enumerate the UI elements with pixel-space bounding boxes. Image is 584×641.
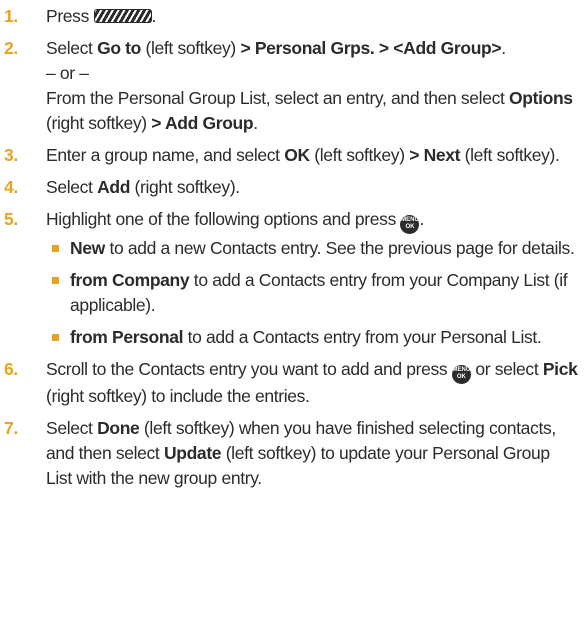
step-number: 5 — [4, 207, 38, 232]
menu-path: > Next — [409, 145, 461, 165]
step-text: Press — [46, 6, 94, 26]
list-item: from Personal to add a Contacts entry fr… — [46, 325, 578, 350]
step-2: 2 Select Go to (left softkey) > Personal… — [0, 36, 578, 136]
step-6: 6 Scroll to the Contacts entry you want … — [0, 357, 578, 409]
bullet-icon — [52, 245, 59, 252]
step-number: 6 — [4, 357, 38, 382]
menu-path: > Add Group — [151, 113, 254, 133]
softkey-label: Done — [97, 418, 140, 438]
step-4: 4 Select Add (right softkey). — [0, 175, 578, 200]
menu-ok-key-icon: MENU OK — [400, 215, 420, 234]
softkey-label: Update — [163, 443, 222, 463]
softkey-label: Go to — [97, 38, 141, 58]
step-number: 4 — [4, 175, 38, 200]
step-number: 7 — [4, 416, 38, 441]
menu-path: > Personal Grps. > <Add Group> — [240, 38, 502, 58]
option-list: New to add a new Contacts entry. See the… — [46, 236, 578, 350]
softkey-label: OK — [284, 145, 310, 165]
step-5: 5 Highlight one of the following options… — [0, 207, 578, 350]
step-3: 3 Enter a group name, and select OK (lef… — [0, 143, 578, 168]
step-number: 1 — [4, 4, 38, 29]
alternate-instruction: From the Personal Group List, select an … — [46, 88, 573, 133]
step-number: 3 — [4, 143, 38, 168]
softkey-label: Pick — [542, 359, 578, 379]
step-1: 1 Press . — [0, 4, 578, 29]
step-7: 7 Select Done (left softkey) when you ha… — [0, 416, 578, 491]
list-item: New to add a new Contacts entry. See the… — [46, 236, 578, 261]
softkey-label: Options — [509, 88, 573, 108]
list-item: from Company to add a Contacts entry fro… — [46, 268, 578, 318]
softkey-label: Add — [97, 177, 131, 197]
or-separator: – or – — [46, 63, 89, 83]
instruction-list: 1 Press . 2 Select Go to (left softkey) … — [0, 0, 584, 491]
step-number: 2 — [4, 36, 38, 61]
striped-key-icon — [93, 9, 152, 23]
step-text: Select — [46, 38, 98, 58]
menu-ok-key-icon: MENU OK — [451, 365, 471, 384]
bullet-icon — [52, 277, 59, 284]
step-text: (left softkey) — [141, 38, 241, 58]
bullet-icon — [52, 334, 59, 341]
